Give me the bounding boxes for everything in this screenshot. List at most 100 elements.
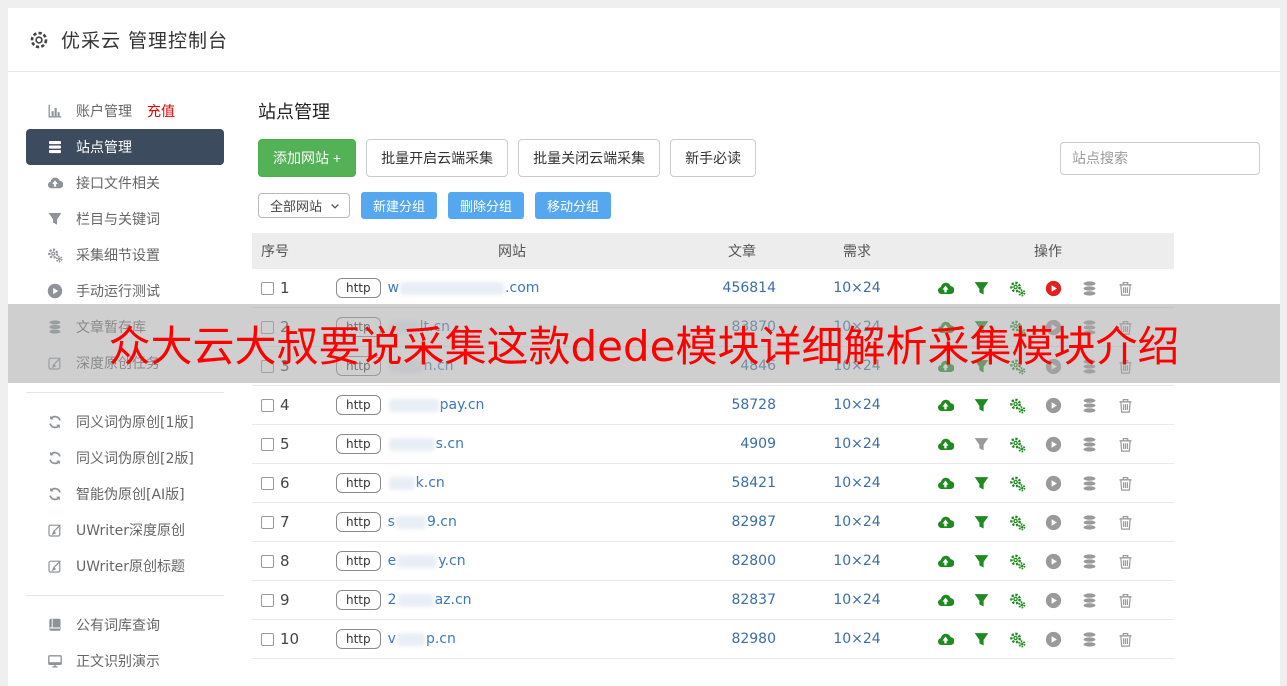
play-icon[interactable] — [1045, 514, 1062, 531]
recharge-badge[interactable]: 充值 — [147, 101, 175, 121]
protocol-chip[interactable]: http — [336, 629, 381, 649]
sidebar-item-deep-original-task[interactable]: 深度原创任务 — [26, 345, 224, 381]
database-icon[interactable] — [1081, 592, 1098, 609]
article-count[interactable]: 58728 — [692, 397, 792, 413]
sidebar-item-synonym-rewrite-v1[interactable]: 同义词伪原创[1版] — [26, 404, 224, 440]
trash-icon[interactable] — [1117, 397, 1134, 414]
protocol-chip[interactable]: http — [336, 278, 381, 298]
delete-group-button[interactable]: 删除分组 — [448, 192, 524, 219]
site-domain-link[interactable]: 2az.cn — [388, 592, 472, 608]
gears-icon[interactable] — [1009, 436, 1026, 453]
trash-icon[interactable] — [1117, 319, 1134, 336]
row-checkbox[interactable] — [261, 399, 274, 412]
protocol-chip[interactable]: http — [336, 434, 381, 454]
filter-icon[interactable] — [973, 553, 990, 570]
sidebar-item-article-cache[interactable]: 文章暂存库 — [26, 309, 224, 345]
gears-icon[interactable] — [1009, 631, 1026, 648]
article-count[interactable]: 456814 — [692, 280, 792, 296]
row-checkbox[interactable] — [261, 555, 274, 568]
article-count[interactable]: 58421 — [692, 475, 792, 491]
site-domain-link[interactable]: n.cn — [388, 358, 454, 374]
cloud-upload-icon[interactable] — [937, 358, 954, 375]
sidebar-item-ai-rewrite[interactable]: 智能伪原创[AI版] — [26, 476, 224, 512]
protocol-chip[interactable]: http — [336, 395, 381, 415]
cloud-upload-icon[interactable] — [937, 553, 954, 570]
database-icon[interactable] — [1081, 397, 1098, 414]
trash-icon[interactable] — [1117, 358, 1134, 375]
cloud-upload-icon[interactable] — [937, 592, 954, 609]
database-icon[interactable] — [1081, 319, 1098, 336]
trash-icon[interactable] — [1117, 592, 1134, 609]
play-icon[interactable] — [1045, 475, 1062, 492]
article-count[interactable]: 82800 — [692, 553, 792, 569]
database-icon[interactable] — [1081, 358, 1098, 375]
sidebar-item-synonym-rewrite-v2[interactable]: 同义词伪原创[2版] — [26, 440, 224, 476]
trash-icon[interactable] — [1117, 280, 1134, 297]
site-domain-link[interactable]: s9.cn — [388, 514, 457, 530]
play-icon[interactable] — [1045, 553, 1062, 570]
beginner-guide-button[interactable]: 新手必读 — [670, 139, 756, 177]
new-group-button[interactable]: 新建分组 — [361, 192, 437, 219]
protocol-chip[interactable]: http — [336, 473, 381, 493]
batch-close-cloud-button[interactable]: 批量关闭云端采集 — [518, 139, 660, 177]
row-checkbox[interactable] — [261, 282, 274, 295]
play-icon[interactable] — [1045, 358, 1062, 375]
filter-icon[interactable] — [973, 397, 990, 414]
cloud-upload-icon[interactable] — [937, 436, 954, 453]
site-domain-link[interactable]: vp.cn — [388, 631, 456, 647]
site-domain-link[interactable]: pay.cn — [388, 397, 485, 413]
site-domain-link[interactable]: s.cn — [388, 436, 464, 452]
gears-icon[interactable] — [1009, 280, 1026, 297]
database-icon[interactable] — [1081, 436, 1098, 453]
database-icon[interactable] — [1081, 553, 1098, 570]
sidebar-item-content-recognition-demo[interactable]: 正文识别演示 — [26, 643, 224, 679]
sidebar-item-interface-files[interactable]: 接口文件相关 — [26, 165, 224, 201]
gears-icon[interactable] — [1009, 397, 1026, 414]
article-count[interactable]: 82837 — [692, 592, 792, 608]
trash-icon[interactable] — [1117, 631, 1134, 648]
sidebar-item-uwriter-deep-original[interactable]: UWriter深度原创 — [26, 512, 224, 548]
cloud-upload-icon[interactable] — [937, 514, 954, 531]
trash-icon[interactable] — [1117, 514, 1134, 531]
sidebar-item-public-thesaurus-query[interactable]: 公有词库查询 — [26, 607, 224, 643]
group-filter-select[interactable]: 全部网站 — [258, 193, 350, 218]
gears-icon[interactable] — [1009, 514, 1026, 531]
cloud-upload-icon[interactable] — [937, 319, 954, 336]
trash-icon[interactable] — [1117, 475, 1134, 492]
protocol-chip[interactable]: http — [336, 551, 381, 571]
cloud-upload-icon[interactable] — [937, 397, 954, 414]
sidebar-item-columns-keywords[interactable]: 栏目与关键词 — [26, 201, 224, 237]
protocol-chip[interactable]: http — [336, 356, 381, 376]
site-domain-link[interactable]: w.com — [388, 280, 540, 296]
play-icon[interactable] — [1045, 397, 1062, 414]
batch-open-cloud-button[interactable]: 批量开启云端采集 — [366, 139, 508, 177]
sidebar-item-collection-settings[interactable]: 采集细节设置 — [26, 237, 224, 273]
sidebar-item-site-management[interactable]: 站点管理 — [26, 129, 224, 165]
play-icon[interactable] — [1045, 280, 1062, 297]
trash-icon[interactable] — [1117, 436, 1134, 453]
filter-icon[interactable] — [973, 514, 990, 531]
row-checkbox[interactable] — [261, 360, 274, 373]
filter-icon[interactable] — [973, 358, 990, 375]
play-icon[interactable] — [1045, 319, 1062, 336]
cloud-upload-icon[interactable] — [937, 631, 954, 648]
article-count[interactable]: 82987 — [692, 514, 792, 530]
gears-icon[interactable] — [1009, 319, 1026, 336]
database-icon[interactable] — [1081, 514, 1098, 531]
row-checkbox[interactable] — [261, 321, 274, 334]
article-count[interactable]: 4846 — [692, 358, 792, 374]
article-count[interactable]: 82980 — [692, 631, 792, 647]
gears-icon[interactable] — [1009, 592, 1026, 609]
protocol-chip[interactable]: http — [336, 512, 381, 532]
filter-icon[interactable] — [973, 592, 990, 609]
database-icon[interactable] — [1081, 631, 1098, 648]
row-checkbox[interactable] — [261, 594, 274, 607]
article-count[interactable]: 83870 — [692, 319, 792, 335]
move-group-button[interactable]: 移动分组 — [535, 192, 611, 219]
row-checkbox[interactable] — [261, 516, 274, 529]
filter-icon[interactable] — [973, 475, 990, 492]
cloud-upload-icon[interactable] — [937, 475, 954, 492]
protocol-chip[interactable]: http — [336, 590, 381, 610]
sidebar-item-uwriter-original-title[interactable]: UWriter原创标题 — [26, 548, 224, 584]
protocol-chip[interactable]: http — [336, 317, 381, 337]
